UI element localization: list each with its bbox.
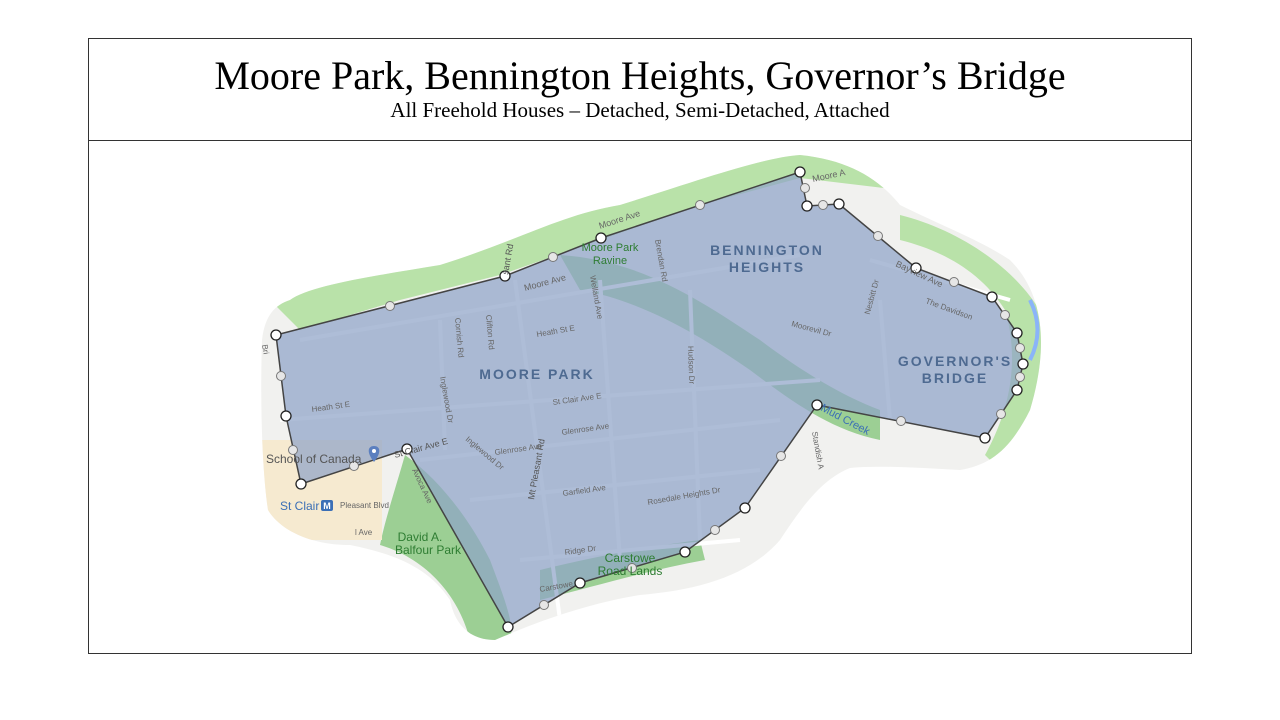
label-moore-park: MOORE PARK bbox=[479, 366, 594, 382]
label-carstowe-2: Road Lands bbox=[598, 564, 663, 578]
neighbourhood-map: MOORE PARK BENNINGTON HEIGHTS GOVERNOR'S… bbox=[260, 155, 1042, 640]
svg-text:M: M bbox=[323, 501, 331, 511]
street-glen-ave: l Ave bbox=[355, 528, 373, 537]
label-carstowe-1: Carstowe bbox=[605, 551, 656, 565]
label-moore-park-ravine-2: Ravine bbox=[593, 255, 627, 267]
label-governors-2: BRIDGE bbox=[922, 370, 988, 386]
label-david-balfour-2: Balfour Park bbox=[395, 543, 462, 557]
label-governors-1: GOVERNOR'S bbox=[898, 353, 1012, 369]
label-bennington-2: HEIGHTS bbox=[729, 259, 805, 275]
street-hudson: Hudson Dr bbox=[686, 346, 696, 385]
street-brid: Bri bbox=[260, 344, 271, 355]
street-pleasant-blvd: Pleasant Blvd bbox=[340, 501, 389, 510]
label-moore-park-ravine-1: Moore Park bbox=[582, 242, 639, 254]
label-david-balfour-1: David A. bbox=[398, 530, 443, 544]
label-bennington-1: BENNINGTON bbox=[710, 242, 824, 258]
subway-icon: M bbox=[321, 500, 333, 511]
label-st-clair-station: St Clair bbox=[280, 499, 319, 513]
label-school: School of Canada bbox=[266, 452, 362, 466]
